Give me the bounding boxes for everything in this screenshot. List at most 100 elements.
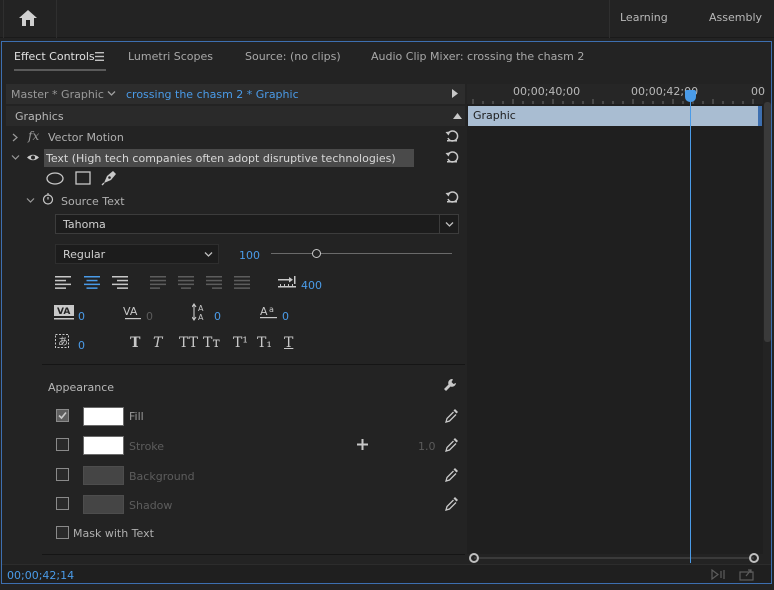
wrench-icon[interactable] [443, 378, 457, 393]
fill-checkbox[interactable] [56, 409, 69, 422]
shadow-checkbox[interactable] [56, 497, 69, 510]
eyedropper-icon[interactable] [445, 408, 459, 423]
tracking-icon: VA [123, 305, 143, 321]
timeline-area[interactable]: 00;00;40;00 00;00;42;00 00 Graphic [467, 84, 765, 554]
pen-tool-icon[interactable] [101, 169, 118, 186]
sequence-clip-label[interactable]: crossing the chasm 2 * Graphic [126, 88, 299, 101]
justify-all-button[interactable] [234, 276, 250, 289]
underline-button[interactable]: T [284, 335, 293, 351]
superscript-button[interactable]: T¹ [233, 335, 248, 351]
add-stroke-icon[interactable] [357, 439, 368, 450]
fx-badge: fx [28, 129, 40, 143]
active-tab-underline [14, 69, 106, 71]
reset-icon[interactable] [445, 150, 459, 164]
font-style-dropdown[interactable]: Regular [55, 244, 219, 264]
scroll-handle-right[interactable] [749, 553, 759, 563]
playhead-line[interactable] [690, 92, 691, 554]
faux-italic-button[interactable]: T [153, 335, 162, 351]
stopwatch-icon[interactable] [42, 192, 54, 205]
align-center-icon [84, 276, 100, 289]
graphics-label: Graphics [15, 110, 64, 123]
vector-motion-row[interactable]: fx Vector Motion [6, 127, 465, 147]
mask-with-text-checkbox[interactable] [56, 526, 69, 539]
faux-bold-button[interactable]: T [130, 335, 140, 351]
collapse-up-icon[interactable] [453, 113, 462, 119]
slider-track [271, 253, 452, 254]
section-divider [42, 364, 465, 365]
play-audio-icon[interactable] [711, 569, 727, 580]
tab-width-icon [278, 276, 296, 289]
font-size-slider[interactable] [271, 248, 452, 260]
tsume-icon: あ [55, 334, 73, 350]
leading-value[interactable]: 0 [214, 310, 221, 323]
shadow-label: Shadow [129, 499, 173, 512]
scroll-handle-left[interactable] [469, 553, 479, 563]
clip-header: Master * Graphic crossing the chasm 2 * … [6, 84, 465, 104]
reset-icon[interactable] [445, 129, 459, 143]
home-button[interactable] [18, 9, 38, 27]
font-family-dropdown[interactable]: Tahoma [55, 214, 459, 234]
workspace-assembly[interactable]: Assembly [709, 11, 762, 24]
time-ruler[interactable]: 00;00;40;00 00;00;42;00 00 [467, 84, 765, 104]
play-arrow-icon[interactable] [452, 89, 458, 98]
chevron-down-icon[interactable] [107, 90, 116, 97]
svg-text:A: A [198, 313, 204, 321]
chevron-down-icon[interactable] [204, 251, 213, 258]
chevron-down-icon[interactable] [11, 154, 20, 161]
tab-effect-controls[interactable]: Effect Controls [14, 50, 95, 63]
stroke-checkbox[interactable] [56, 438, 69, 451]
eye-icon[interactable] [26, 153, 40, 162]
checkmark-icon [58, 411, 67, 420]
svg-text:A: A [260, 305, 268, 318]
master-clip-label[interactable]: Master * Graphic [11, 88, 104, 101]
chevron-down-icon[interactable] [445, 221, 454, 228]
chevron-right-icon[interactable] [12, 133, 18, 142]
panel-menu-icon[interactable] [95, 52, 104, 61]
background-checkbox[interactable] [56, 468, 69, 481]
tab-width-value[interactable]: 400 [301, 279, 322, 292]
align-right-button[interactable] [112, 276, 128, 289]
vertical-scrollbar[interactable] [764, 102, 771, 342]
timeline-zoom-scrollbar[interactable] [468, 553, 760, 563]
section-divider [42, 554, 465, 555]
eyedropper-icon[interactable] [445, 467, 459, 482]
text-layer-row[interactable]: Text (High tech companies often adopt di… [6, 148, 465, 168]
kerning-value[interactable]: 0 [78, 310, 85, 323]
subscript-button[interactable]: T₁ [257, 335, 272, 351]
fill-color-swatch[interactable] [83, 407, 124, 426]
chevron-down-icon[interactable] [26, 197, 35, 204]
tsume-value[interactable]: 0 [78, 339, 85, 352]
graphic-clip[interactable]: Graphic [468, 106, 758, 126]
workspace-learning[interactable]: Learning [620, 11, 668, 24]
ellipse-tool-icon[interactable] [46, 172, 64, 185]
all-caps-button[interactable]: TT [179, 335, 198, 351]
current-timecode[interactable]: 00;00;42;14 [7, 569, 74, 582]
font-size-value[interactable]: 100 [239, 249, 260, 262]
stroke-width-value[interactable]: 1.0 [418, 440, 436, 453]
reset-icon[interactable] [445, 190, 459, 204]
eyedropper-icon[interactable] [445, 496, 459, 511]
playhead-handle[interactable] [685, 90, 696, 102]
graphics-section-header: Graphics [6, 106, 465, 126]
baseline-shift-value[interactable]: 0 [282, 310, 289, 323]
rectangle-tool-icon[interactable] [75, 171, 91, 185]
small-caps-button[interactable]: Tт [203, 335, 220, 351]
stroke-label: Stroke [129, 440, 165, 453]
shadow-color-swatch[interactable] [83, 495, 124, 514]
align-left-icon [55, 276, 71, 289]
export-frame-icon[interactable] [739, 568, 755, 581]
tracking-value[interactable]: 0 [146, 310, 153, 323]
align-left-button[interactable] [55, 276, 71, 289]
stroke-color-swatch[interactable] [83, 436, 124, 455]
background-label: Background [129, 470, 195, 483]
slider-knob[interactable] [312, 249, 322, 258]
justify-last-center-button[interactable] [178, 276, 194, 289]
tab-lumetri-scopes[interactable]: Lumetri Scopes [128, 50, 213, 63]
justify-last-left-button[interactable] [150, 276, 166, 289]
eyedropper-icon[interactable] [445, 437, 459, 452]
align-center-button[interactable] [84, 276, 100, 289]
tab-source[interactable]: Source: (no clips) [245, 50, 341, 63]
background-color-swatch[interactable] [83, 466, 124, 485]
justify-last-right-button[interactable] [206, 276, 222, 289]
tab-audio-clip-mixer[interactable]: Audio Clip Mixer: crossing the chasm 2 [371, 50, 584, 63]
